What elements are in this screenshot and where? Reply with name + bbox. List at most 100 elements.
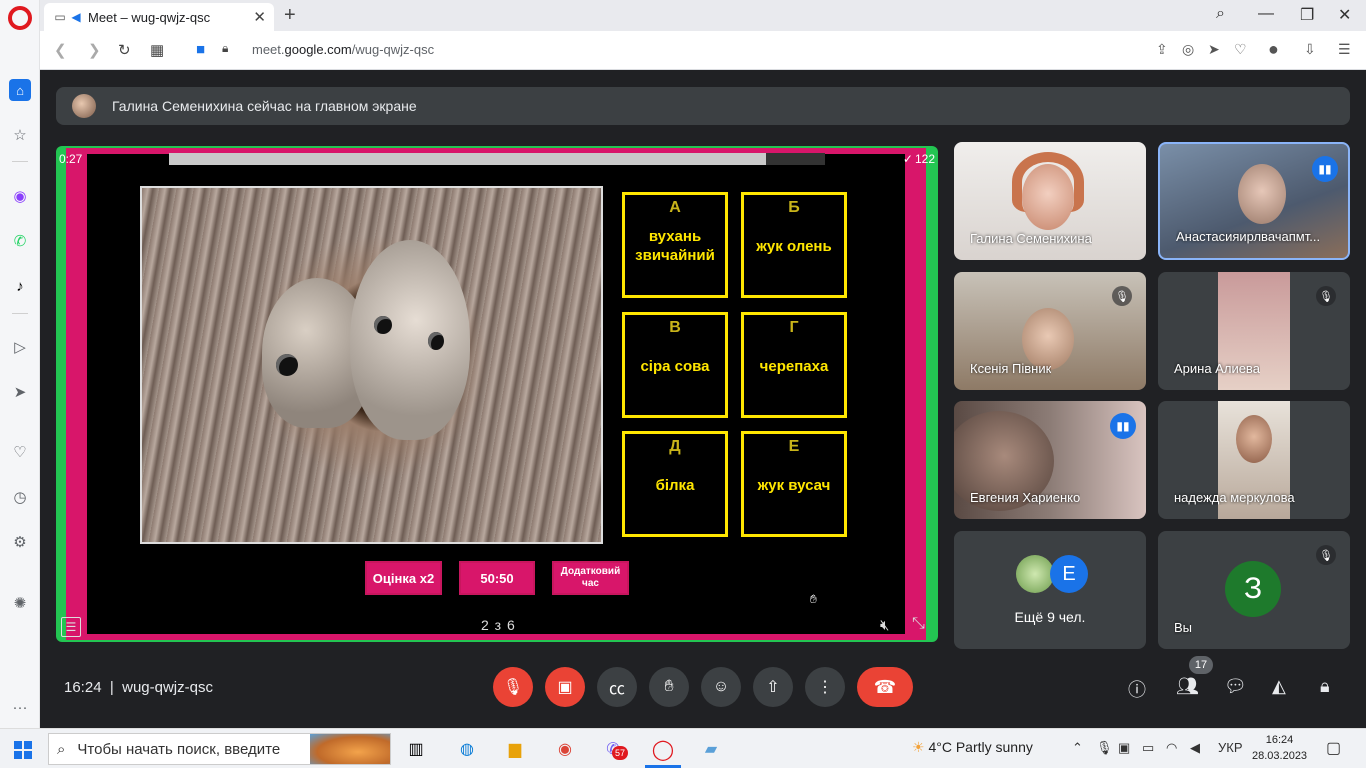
quiz-progress-fill: [169, 153, 766, 165]
participant-name: надежда меркулова: [1174, 490, 1295, 505]
back-icon[interactable]: ❮: [54, 41, 67, 59]
answer-g[interactable]: Гчерепаха: [741, 312, 847, 418]
self-tile[interactable]: З 🎙︎ Вы: [1158, 531, 1350, 649]
search-tabs-icon[interactable]: ⌕: [1216, 5, 1225, 23]
minimize-icon[interactable]: —: [1258, 5, 1274, 23]
opera-taskbar-icon[interactable]: ◯: [651, 737, 675, 761]
more-icon[interactable]: ···: [9, 696, 31, 718]
whatsapp-icon[interactable]: ✆: [9, 230, 31, 252]
lifeline-fifty-fifty-button[interactable]: 50:50: [459, 561, 535, 595]
opera-sidebar: ⌂ ☆ ◉ ✆ ♪ ▷ ➤ ♡ ◷ ⚙ ✺ ···: [0, 0, 40, 728]
squirrel-eye: [276, 354, 298, 376]
lightbulb-icon[interactable]: ✺: [9, 592, 31, 614]
quiz-score: ✓ 122: [902, 152, 935, 166]
taskbar-search[interactable]: ⌕ Чтобы начать поиск, введите: [48, 733, 391, 765]
mic-off-button[interactable]: 🎙︎: [493, 667, 533, 707]
host-controls-icon[interactable]: 🔒︎: [1320, 676, 1330, 697]
edge-icon[interactable]: ◍: [455, 737, 479, 761]
chat-icon[interactable]: 💬︎: [1224, 676, 1247, 697]
participant-tile[interactable]: Галина Семенихина: [954, 142, 1146, 260]
participant-tile[interactable]: 🎙︎ Ксенія Півник: [954, 272, 1146, 390]
windows-start-icon[interactable]: [14, 741, 32, 759]
mic-off-icon: 🎙︎: [1112, 286, 1132, 306]
maximize-icon[interactable]: ❐: [1300, 5, 1314, 25]
speaking-indicator-icon: ▮▮: [1312, 156, 1338, 182]
participant-tile[interactable]: надежда меркулова: [1158, 401, 1350, 519]
page-indicator: 2 з 6: [481, 617, 516, 633]
chrome-icon[interactable]: ◉: [553, 737, 577, 761]
player-icon[interactable]: ▷: [9, 336, 31, 358]
more-options-button[interactable]: ⋮: [805, 667, 845, 707]
sound-muted-icon[interactable]: 🔇︎: [880, 617, 889, 634]
easy-setup-icon[interactable]: ☰: [1338, 41, 1351, 58]
task-view-icon[interactable]: ▥: [404, 737, 428, 761]
sidebar-divider: [12, 313, 28, 314]
lifeline-extra-time-button[interactable]: Додатковий час: [552, 561, 629, 595]
tray-clock[interactable]: 16:24 28.03.2023: [1252, 732, 1307, 764]
participant-tile[interactable]: 🎙︎ Арина Алиева: [1158, 272, 1350, 390]
leave-call-button[interactable]: ☎︎: [857, 667, 913, 707]
tray-mic-icon[interactable]: 🎙︎: [1096, 740, 1113, 756]
meeting-info-icon[interactable]: ⓘ: [1128, 676, 1146, 702]
send-icon[interactable]: ➤: [9, 381, 31, 403]
speaking-indicator-icon: ▮▮: [1110, 413, 1136, 439]
tiktok-icon[interactable]: ♪: [9, 275, 31, 297]
exit-fullscreen-icon[interactable]: ⤡: [912, 615, 925, 633]
close-window-icon[interactable]: ✕: [1338, 5, 1351, 25]
answer-v[interactable]: Всіра сова: [622, 312, 728, 418]
tray-battery-icon[interactable]: ▭: [1142, 740, 1154, 756]
lock-icon[interactable]: 🔒︎: [222, 41, 228, 56]
favorite-heart-icon[interactable]: ♡: [1234, 41, 1247, 58]
heart-icon[interactable]: ♡: [9, 441, 31, 463]
tabs-grid-icon[interactable]: ▦: [150, 41, 164, 59]
history-icon[interactable]: ◷: [9, 486, 31, 508]
downloads-icon[interactable]: ⇩: [1304, 41, 1316, 58]
url-field[interactable]: meet.google.com/wug-qwjz-qsc: [252, 42, 434, 57]
bookmarks-icon[interactable]: ☆: [9, 124, 31, 146]
answer-b[interactable]: Бжук олень: [741, 192, 847, 298]
file-explorer-icon[interactable]: ▆: [503, 737, 527, 761]
send-to-icon[interactable]: ➤: [1208, 41, 1220, 58]
captions-button[interactable]: ㏄: [597, 667, 637, 707]
home-icon[interactable]: ⌂: [9, 79, 31, 101]
camera-indicator-icon[interactable]: ■: [196, 41, 205, 58]
close-tab-icon[interactable]: ✕: [253, 8, 266, 26]
weather-widget[interactable]: ☀ 4°C Partly sunny: [912, 739, 1033, 756]
tray-wifi-icon[interactable]: ◠: [1166, 740, 1177, 756]
tab-title: Meet – wug-qwjz-qsc: [88, 9, 211, 25]
tray-language[interactable]: УКР: [1218, 740, 1243, 755]
lifeline-double-score-button[interactable]: Оцінка x2: [365, 561, 442, 595]
opera-logo-icon[interactable]: [8, 6, 32, 30]
answer-e[interactable]: Ежук вусач: [741, 431, 847, 537]
camera-off-button[interactable]: ▣: [545, 667, 585, 707]
participant-tile[interactable]: ▮▮ Евгения Хариенко: [954, 401, 1146, 519]
more-participants-tile[interactable]: E Ещё 9 чел.: [954, 531, 1146, 649]
tray-chevron-icon[interactable]: ⌃: [1072, 740, 1083, 756]
people-count-badge: 17: [1189, 656, 1213, 674]
profile-icon[interactable]: ●: [1268, 39, 1279, 60]
share-icon[interactable]: ⇪: [1156, 41, 1168, 58]
reactions-button[interactable]: ☺: [701, 667, 741, 707]
reload-icon[interactable]: ↻: [118, 41, 131, 59]
messenger-icon[interactable]: ◉: [9, 185, 31, 207]
notifications-icon[interactable]: ▢: [1326, 738, 1341, 758]
tab-meet[interactable]: ▭ ◀ Meet – wug-qwjz-qsc ✕: [44, 3, 274, 31]
activities-icon[interactable]: ◭: [1272, 676, 1286, 697]
snapshot-icon[interactable]: ◎: [1182, 41, 1194, 58]
answer-a[interactable]: Авухань звичайний: [622, 192, 728, 298]
search-highlight-image: [310, 734, 390, 764]
settings-gear-icon[interactable]: ⚙: [9, 531, 31, 553]
banner-text: Галина Семенихина сейчас на главном экра…: [112, 98, 417, 114]
squirrel-right: [350, 240, 470, 440]
quiz-menu-icon[interactable]: ☰: [61, 617, 81, 637]
raise-hand-button[interactable]: ✋︎: [649, 667, 689, 707]
tray-volume-icon[interactable]: ◀: [1190, 740, 1200, 756]
tray-network-icon[interactable]: ▣: [1118, 740, 1130, 756]
app-icon[interactable]: ▰: [699, 737, 723, 761]
new-tab-button[interactable]: +: [284, 4, 296, 27]
participant-tile-active-speaker[interactable]: ▮▮ Анастасияирлвачапмт...: [1158, 142, 1350, 260]
answer-d[interactable]: Дбілка: [622, 431, 728, 537]
forward-icon[interactable]: ❯: [88, 41, 101, 59]
people-icon[interactable]: 👥︎: [1176, 676, 1199, 697]
present-screen-button[interactable]: ⇧: [753, 667, 793, 707]
